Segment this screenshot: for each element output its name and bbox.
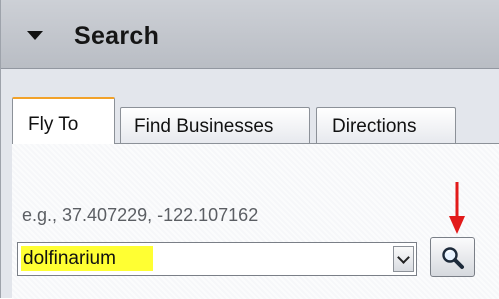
chevron-down-icon <box>397 250 410 264</box>
panel-header[interactable]: Search <box>1 0 499 69</box>
fly-to-combobox[interactable] <box>17 242 417 276</box>
triangle-down-icon[interactable] <box>27 31 43 40</box>
panel-title: Search <box>74 22 160 50</box>
coordinate-hint: e.g., 37.407229, -122.107162 <box>22 205 259 225</box>
tab-fly-to[interactable]: Fly To <box>12 97 115 144</box>
history-dropdown-button[interactable] <box>393 246 414 272</box>
fly-to-input[interactable] <box>21 246 153 271</box>
magnifier-icon <box>442 247 464 269</box>
red-arrow-down-icon <box>449 182 465 234</box>
search-panel: Search Fly To Find Businesses Directions… <box>0 0 499 299</box>
tab-directions[interactable]: Directions <box>316 107 456 143</box>
search-button[interactable] <box>430 237 475 277</box>
tab-find-businesses[interactable]: Find Businesses <box>120 107 310 143</box>
